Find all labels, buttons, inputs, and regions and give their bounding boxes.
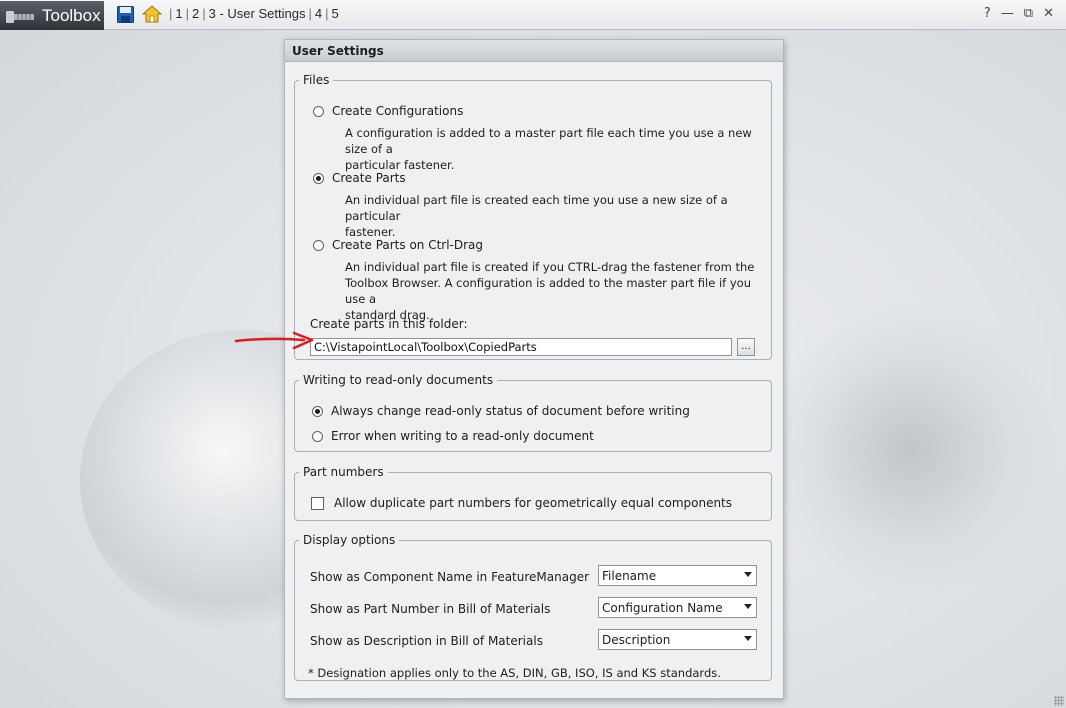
annotation-arrow-icon (234, 331, 314, 350)
component-name-select[interactable]: Filename (598, 565, 757, 586)
checkbox[interactable] (311, 496, 324, 510)
part-number-select[interactable]: Configuration Name (598, 597, 757, 618)
create-parts-ctrl-drag-desc: An individual part file is created if yo… (345, 260, 755, 322)
part-numbers-group: Part numbers Allow duplicate part number… (294, 465, 772, 521)
radio-create-configurations[interactable]: Create Configurations (313, 104, 463, 118)
folder-path-input[interactable]: C:\VistapointLocal\Toolbox\CopiedParts (310, 338, 732, 356)
component-name-label: Show as Component Name in FeatureManager (310, 570, 590, 584)
radio-always-change-readonly[interactable]: Always change read-only status of docume… (312, 404, 690, 418)
radio-label: Create Parts on Ctrl-Drag (332, 238, 484, 252)
select-value: Filename (602, 568, 657, 583)
top-bar: Toolbox | 1 | 2 | 3 - User Settings | 4 … (0, 0, 1066, 30)
radio-label: Create Configurations (332, 104, 464, 118)
radio-create-parts-ctrl-drag[interactable]: Create Parts on Ctrl-Drag (313, 238, 483, 252)
crumb-1[interactable]: 1 (175, 6, 182, 21)
minimize-icon[interactable]: — (1001, 6, 1014, 21)
description-select[interactable]: Description (598, 629, 757, 650)
readonly-group: Writing to read-only documents Always ch… (294, 373, 772, 452)
readonly-legend: Writing to read-only documents (303, 373, 494, 387)
select-value: Description (602, 632, 671, 647)
description-label: Show as Description in Bill of Materials (310, 634, 543, 648)
chevron-down-icon (744, 604, 752, 609)
radio-label: Always change read-only status of docume… (331, 404, 690, 418)
background-image-nut (760, 300, 1060, 600)
browse-button[interactable]: ... (737, 338, 755, 356)
crumb-4[interactable]: 4 (315, 6, 322, 21)
create-parts-desc: An individual part file is created each … (345, 193, 728, 239)
crumb-2[interactable]: 2 (192, 6, 199, 21)
display-options-legend: Display options (303, 533, 396, 547)
crumb-3-user-settings[interactable]: 3 - User Settings (209, 6, 306, 21)
close-icon[interactable]: ✕ (1043, 6, 1054, 21)
save-icon[interactable] (117, 6, 134, 26)
restore-icon[interactable]: ⧉ (1024, 6, 1033, 21)
crumb-5[interactable]: 5 (331, 6, 338, 21)
radio-button[interactable] (312, 430, 323, 442)
window-controls: ? — ⧉ ✕ (984, 6, 1054, 21)
radio-create-parts[interactable]: Create Parts (313, 171, 406, 185)
create-configurations-desc: A configuration is added to a master par… (345, 126, 752, 172)
part-numbers-legend: Part numbers (303, 465, 384, 479)
resize-grip-icon[interactable] (1054, 696, 1064, 706)
brand-label: Toolbox (42, 5, 101, 25)
bolt-icon (6, 9, 36, 23)
files-legend: Files (303, 73, 330, 87)
radio-label: Error when writing to a read-only docume… (331, 429, 594, 443)
radio-button[interactable] (313, 105, 324, 117)
display-options-group: Display options Show as Component Name i… (294, 533, 772, 681)
user-settings-panel: User Settings Files Create Configuration… (284, 39, 784, 699)
chevron-down-icon (744, 636, 752, 641)
radio-label: Create Parts (332, 171, 406, 185)
folder-label: Create parts in this folder: (310, 317, 468, 331)
part-number-label: Show as Part Number in Bill of Materials (310, 602, 551, 616)
panel-title: User Settings (285, 40, 783, 62)
designation-note: * Designation applies only to the AS, DI… (308, 666, 721, 680)
radio-button[interactable] (313, 172, 324, 184)
help-icon[interactable]: ? (984, 6, 991, 21)
checkbox-label: Allow duplicate part numbers for geometr… (334, 496, 733, 510)
select-value: Configuration Name (602, 600, 723, 615)
toolbox-brand[interactable]: Toolbox (0, 1, 104, 30)
home-icon[interactable] (141, 5, 163, 26)
radio-button[interactable] (312, 405, 323, 417)
allow-duplicate-part-numbers[interactable]: Allow duplicate part numbers for geometr… (311, 496, 732, 510)
radio-error-on-readonly[interactable]: Error when writing to a read-only docume… (312, 429, 594, 443)
files-group: Files Create Configurations A configurat… (294, 73, 772, 360)
breadcrumb: | 1 | 2 | 3 - User Settings | 4 | 5 (169, 6, 339, 21)
radio-button[interactable] (313, 239, 324, 251)
chevron-down-icon (744, 572, 752, 577)
